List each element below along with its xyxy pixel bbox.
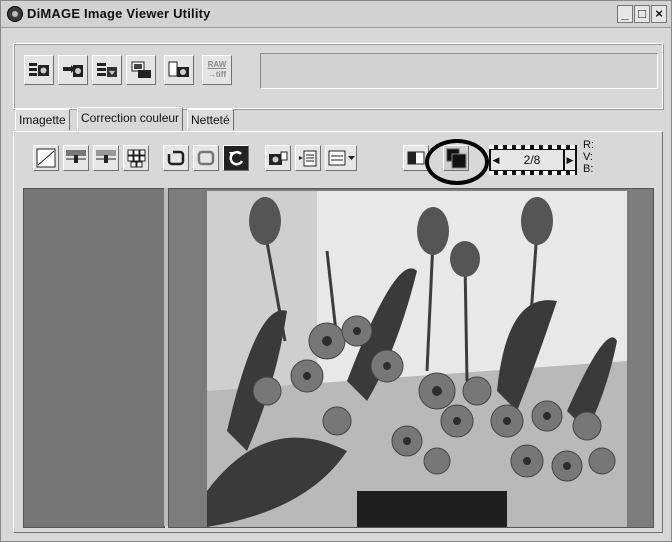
copy-settings-icon (299, 150, 317, 167)
print-icon (131, 61, 151, 78)
app-logo-icon (7, 6, 23, 22)
info-display (260, 53, 658, 89)
reset-arrow-icon (229, 150, 244, 166)
camera-snapshot-icon (269, 151, 288, 165)
minimize-button[interactable]: _ (617, 5, 633, 23)
b-value-label: B: (583, 163, 594, 175)
frame-navigator: ◀ 2/8 ▶ (489, 145, 577, 175)
status-strip (1, 533, 671, 541)
tab-nettete[interactable]: Netteté (187, 109, 234, 130)
thumbnail-panel[interactable] (23, 188, 165, 528)
top-toolbar: RAW →tiff (13, 43, 663, 109)
image-preview[interactable] (168, 188, 654, 528)
tab-imagette[interactable]: Imagette (15, 109, 70, 130)
brightness-slider-icon (66, 150, 86, 163)
highlight-circle (425, 139, 489, 185)
grid-variations-icon (127, 149, 146, 168)
save-image-button[interactable] (58, 55, 88, 85)
raw-target-label: →tiff (207, 70, 227, 79)
raw-label: RAW (207, 60, 227, 69)
flower-photo-image (207, 191, 627, 527)
redo-button[interactable] (193, 145, 219, 171)
rgb-readout: R: V: B: (583, 139, 594, 175)
previous-frame-button[interactable]: ◀ (491, 150, 501, 170)
title-bar: DiMAGE Image Viewer Utility _ □ × (1, 1, 671, 28)
close-button[interactable]: × (651, 5, 667, 23)
undo-button[interactable] (163, 145, 189, 171)
copy-settings-button[interactable] (295, 145, 321, 171)
window-controls: _ □ × (616, 5, 667, 23)
raw-conversion-button[interactable]: RAW →tiff (202, 55, 232, 85)
save-as-button[interactable] (92, 55, 122, 85)
next-frame-button[interactable]: ▶ (565, 150, 575, 170)
camera-icon (168, 61, 189, 77)
film-perforation-top (489, 145, 577, 149)
color-slider-icon (96, 150, 116, 163)
r-value-label: R: (583, 139, 594, 151)
color-balance-button[interactable] (93, 145, 119, 171)
maximize-button[interactable]: □ (634, 5, 650, 23)
film-perforation-bottom (489, 171, 577, 175)
open-camera-icon (29, 63, 49, 76)
v-value-label: V: (583, 151, 593, 163)
reset-button[interactable] (223, 145, 249, 171)
snapshot-button[interactable] (265, 145, 291, 171)
tab-correction-couleur[interactable]: Correction couleur (77, 107, 184, 131)
display-mode-dropdown[interactable] (325, 145, 357, 171)
window-title: DiMAGE Image Viewer Utility (27, 6, 211, 21)
print-button[interactable] (126, 55, 156, 85)
brightness-button[interactable] (63, 145, 89, 171)
flower-photo (207, 191, 627, 527)
undo-icon (167, 150, 185, 166)
list-dropdown-icon (328, 150, 355, 166)
frame-counter: 2/8 (501, 150, 563, 170)
curve-icon (36, 148, 56, 168)
redo-icon (197, 150, 215, 166)
open-images-button[interactable] (24, 55, 54, 85)
tone-curve-button[interactable] (33, 145, 59, 171)
variations-button[interactable] (123, 145, 149, 171)
save-as-icon (97, 63, 117, 77)
app-window: DiMAGE Image Viewer Utility _ □ × RAW →tif… (0, 0, 672, 542)
camera-settings-button[interactable] (164, 55, 194, 85)
save-camera-icon (63, 65, 83, 77)
split-compare-icon (407, 151, 425, 165)
